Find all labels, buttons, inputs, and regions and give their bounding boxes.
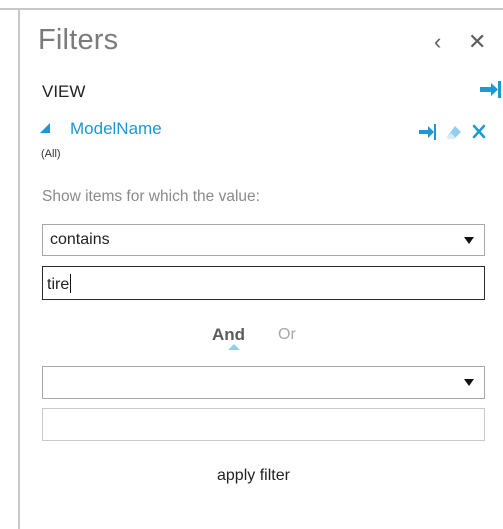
panel-title: Filters (38, 24, 119, 56)
value-input-1[interactable]: tire (42, 266, 485, 300)
operator-select-1-value: contains (50, 231, 110, 248)
clear-filter-icon[interactable] (446, 125, 462, 140)
field-name[interactable]: ModelName (70, 119, 162, 139)
connector-and-option[interactable]: And (212, 325, 245, 345)
value-input-2[interactable] (42, 408, 485, 441)
close-icon[interactable]: ✕ (468, 31, 486, 53)
operator-select-2[interactable] (42, 366, 485, 399)
move-icon[interactable] (418, 124, 436, 140)
dropdown-caret-icon (464, 379, 474, 386)
remove-icon[interactable] (472, 124, 486, 139)
connector-or-option[interactable]: Or (278, 326, 296, 344)
operator-select-1[interactable]: contains (42, 224, 485, 256)
back-icon[interactable]: ‹ (434, 31, 441, 53)
collapse-triangle-icon[interactable] (40, 123, 50, 133)
filters-pane: Filters ‹ ✕ VIEW ModelName (All) Show it… (18, 10, 503, 529)
value-input-1-text: tire (47, 276, 70, 293)
apply-filter-link[interactable]: apply filter (217, 467, 290, 485)
and-selected-marker (228, 344, 240, 350)
filter-prompt: Show items for which the value: (42, 188, 260, 205)
view-section-label: VIEW (42, 82, 86, 101)
move-to-columns-icon[interactable] (478, 80, 502, 99)
dropdown-caret-icon (464, 237, 474, 244)
field-summary: (All) (41, 148, 61, 160)
text-cursor (70, 274, 72, 293)
top-divider (0, 0, 503, 10)
